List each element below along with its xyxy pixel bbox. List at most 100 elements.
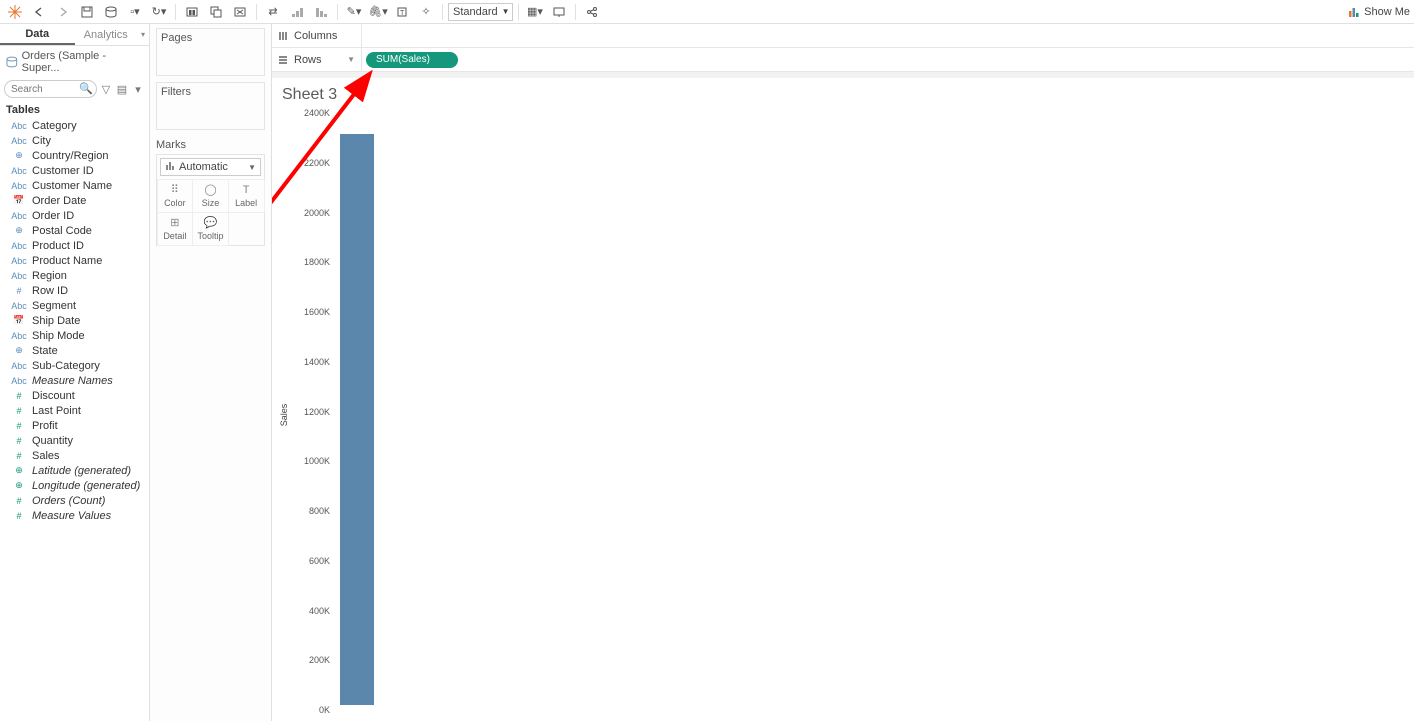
- field-type-icon: 📅: [12, 315, 26, 326]
- sort-desc-button[interactable]: [310, 2, 332, 22]
- field-label: Order Date: [32, 195, 86, 207]
- field-profit[interactable]: #Profit: [0, 418, 149, 433]
- search-field[interactable]: 🔍: [4, 80, 97, 98]
- swap-button[interactable]: ⇄: [262, 2, 284, 22]
- labels-button[interactable]: T: [391, 2, 413, 22]
- save-button[interactable]: [76, 2, 98, 22]
- separator: [442, 4, 443, 20]
- presentation-button[interactable]: [548, 2, 570, 22]
- field-order-date[interactable]: 📅Order Date: [0, 193, 149, 208]
- rows-shelf[interactable]: Rows ▼ SUM(Sales): [272, 48, 1414, 72]
- field-list: AbcCategoryAbcCity⊕Country/RegionAbcCust…: [0, 118, 149, 721]
- field-product-name[interactable]: AbcProduct Name: [0, 253, 149, 268]
- fit-dropdown[interactable]: Standard ▼: [448, 3, 513, 21]
- mark-color-button[interactable]: ⠿Color: [157, 179, 194, 213]
- field-ship-date[interactable]: 📅 Ship Date: [0, 313, 149, 328]
- field-label: Discount: [32, 390, 75, 402]
- field-measure-values[interactable]: #Measure Values: [0, 508, 149, 523]
- field-category[interactable]: AbcCategory: [0, 118, 149, 133]
- field-label: Measure Values: [32, 510, 111, 522]
- mark-tooltip-button[interactable]: 💬Tooltip: [192, 212, 229, 246]
- field-label: Order ID: [32, 210, 74, 222]
- bar-mark[interactable]: [340, 134, 374, 705]
- new-datasource-button[interactable]: [100, 2, 122, 22]
- field-type-icon: Abc: [12, 181, 26, 191]
- field-label: Latitude (generated): [32, 465, 131, 477]
- plot-region[interactable]: [334, 108, 1408, 705]
- duplicate-button[interactable]: [205, 2, 227, 22]
- y-tick: 1600K: [304, 307, 330, 317]
- pin-button[interactable]: ✧: [415, 2, 437, 22]
- mark-detail-button[interactable]: ⊞Detail: [157, 212, 194, 246]
- show-me-button[interactable]: Show Me: [1348, 6, 1410, 18]
- mark-size-button[interactable]: ◯Size: [192, 179, 229, 213]
- mark-type-label: Automatic: [179, 161, 228, 173]
- field-customer-id[interactable]: AbcCustomer ID: [0, 163, 149, 178]
- pages-card[interactable]: Pages: [156, 28, 265, 76]
- sheet-title[interactable]: Sheet 3: [272, 78, 1414, 108]
- field-ship-mode[interactable]: AbcShip Mode: [0, 328, 149, 343]
- field-segment[interactable]: AbcSegment: [0, 298, 149, 313]
- field-label: Ship Date: [32, 315, 80, 327]
- tab-analytics[interactable]: Analytics ▾: [75, 24, 150, 45]
- field-type-icon: ⊕: [12, 345, 26, 356]
- field-type-icon: Abc: [12, 136, 26, 146]
- filters-title: Filters: [157, 83, 264, 101]
- field-quantity[interactable]: #Quantity: [0, 433, 149, 448]
- refresh-button[interactable]: ↻▾: [148, 2, 170, 22]
- filters-card[interactable]: Filters: [156, 82, 265, 130]
- field-sales[interactable]: #Sales: [0, 448, 149, 463]
- group-button[interactable]: 🖇▾: [367, 2, 389, 22]
- mark-cell-label: Detail: [163, 231, 186, 241]
- field-product-id[interactable]: AbcProduct ID: [0, 238, 149, 253]
- y-tick: 800K: [309, 506, 330, 516]
- data-pane-tabs: Data Analytics ▾: [0, 24, 149, 46]
- filter-icon[interactable]: ▽: [99, 81, 113, 97]
- field-discount[interactable]: #Discount: [0, 388, 149, 403]
- field-label: Profit: [32, 420, 58, 432]
- share-button[interactable]: [581, 2, 603, 22]
- field-type-icon: #: [12, 286, 26, 296]
- field-sub-category[interactable]: AbcSub-Category: [0, 358, 149, 373]
- y-axis[interactable]: Sales 0K200K400K600K800K1000K1200K1400K1…: [272, 108, 334, 721]
- field-state[interactable]: ⊕State: [0, 343, 149, 358]
- field-city[interactable]: AbcCity: [0, 133, 149, 148]
- separator: [256, 4, 257, 20]
- columns-icon: [278, 31, 288, 41]
- new-worksheet-button[interactable]: [181, 2, 203, 22]
- field-region[interactable]: AbcRegion: [0, 268, 149, 283]
- clear-button[interactable]: [229, 2, 251, 22]
- field-order-id[interactable]: AbcOrder ID: [0, 208, 149, 223]
- field-type-icon: Abc: [12, 241, 26, 251]
- y-tick: 400K: [309, 606, 330, 616]
- marks-card: Marks Automatic ▼ ⠿Color◯SizeTLabel ⊞Deta…: [156, 136, 265, 246]
- tab-data[interactable]: Data: [0, 24, 75, 45]
- list-view-icon[interactable]: ▤: [115, 81, 129, 97]
- pause-updates-button[interactable]: ▫▾: [124, 2, 146, 22]
- datasource-item[interactable]: Orders (Sample - Super...: [0, 46, 149, 78]
- show-cards-button[interactable]: ▦▾: [524, 2, 546, 22]
- menu-icon[interactable]: ▾: [131, 81, 145, 97]
- back-button[interactable]: [28, 2, 50, 22]
- field-row-id[interactable]: #Row ID: [0, 283, 149, 298]
- field-latitude-generated-[interactable]: ⊕Latitude (generated): [0, 463, 149, 478]
- field-postal-code[interactable]: ⊕Postal Code: [0, 223, 149, 238]
- field-orders-count-[interactable]: #Orders (Count): [0, 493, 149, 508]
- field-customer-name[interactable]: AbcCustomer Name: [0, 178, 149, 193]
- y-tick: 2200K: [304, 158, 330, 168]
- field-last-point[interactable]: #Last Point: [0, 403, 149, 418]
- forward-button[interactable]: [52, 2, 74, 22]
- highlight-button[interactable]: ✎▾: [343, 2, 365, 22]
- field-longitude-generated-[interactable]: ⊕Longitude (generated): [0, 478, 149, 493]
- mark-type-dropdown[interactable]: Automatic ▼: [160, 158, 261, 176]
- mark-label-button[interactable]: TLabel: [228, 179, 265, 213]
- columns-shelf[interactable]: Columns: [272, 24, 1414, 48]
- marks-title: Marks: [156, 136, 265, 154]
- field-type-icon: ⊕: [12, 150, 26, 161]
- columns-label: Columns: [294, 30, 337, 42]
- rows-pill-sales[interactable]: SUM(Sales): [366, 52, 458, 68]
- field-measure-names[interactable]: AbcMeasure Names: [0, 373, 149, 388]
- sort-asc-button[interactable]: [286, 2, 308, 22]
- mark-cell-label: Size: [202, 198, 220, 208]
- field-country-region[interactable]: ⊕Country/Region: [0, 148, 149, 163]
